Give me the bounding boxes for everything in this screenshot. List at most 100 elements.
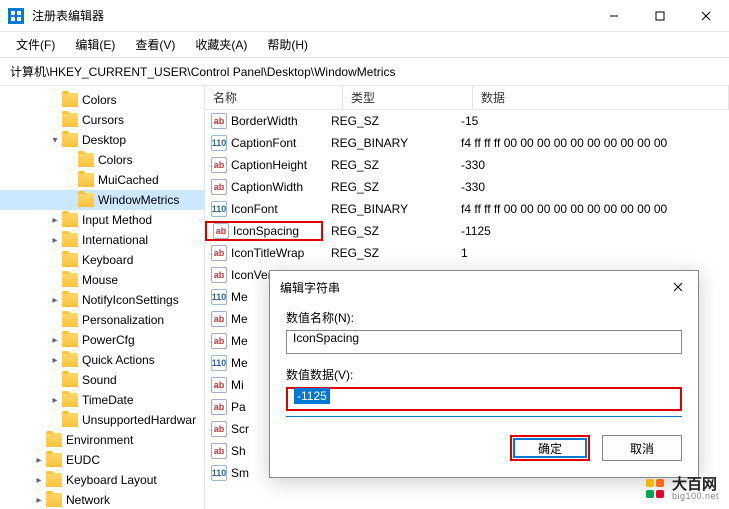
watermark-en: big100.net — [672, 492, 719, 501]
tree-item-label: Mouse — [82, 273, 118, 287]
value-name-input[interactable]: IconSpacing — [286, 330, 682, 354]
tree-item[interactable]: ▸ NotifyIconSettings — [0, 290, 204, 310]
tree-item[interactable]: ▸ EUDC — [0, 450, 204, 470]
cell-name: abIconSpacing — [205, 221, 323, 241]
list-row[interactable]: abCaptionHeightREG_SZ-330 — [205, 154, 729, 176]
list-row[interactable]: abIconTitleWrapREG_SZ1 — [205, 242, 729, 264]
folder-icon — [62, 113, 78, 127]
dialog-titlebar: 编辑字符串 — [270, 271, 698, 303]
tree-item[interactable]: ▸ Keyboard Layout — [0, 470, 204, 490]
list-row[interactable]: abBorderWidthREG_SZ-15 — [205, 110, 729, 132]
tree-item-label: Sound — [82, 373, 117, 387]
value-data-input[interactable]: -1125 — [286, 387, 682, 411]
folder-icon — [62, 393, 78, 407]
folder-icon — [62, 213, 78, 227]
tree-item[interactable]: ▾Desktop — [0, 130, 204, 150]
string-value-icon: ab — [211, 267, 227, 283]
chevron-right-icon[interactable]: ▸ — [32, 473, 46, 487]
tree-item-label: PowerCfg — [82, 333, 135, 347]
chevron-right-icon[interactable]: ▸ — [48, 293, 62, 307]
chevron-right-icon[interactable]: ▸ — [48, 213, 62, 227]
app-icon — [8, 8, 24, 24]
maximize-button[interactable] — [637, 0, 683, 32]
tree-item-label: Quick Actions — [82, 353, 155, 367]
folder-icon — [46, 453, 62, 467]
minimize-button[interactable] — [591, 0, 637, 32]
tree-item[interactable]: ▸WindowMetrics — [0, 190, 204, 210]
tree-item-label: Keyboard — [82, 253, 133, 267]
column-data[interactable]: 数据 — [473, 86, 729, 109]
menubar: 文件(F) 编辑(E) 查看(V) 收藏夹(A) 帮助(H) — [0, 32, 729, 58]
tree-item-label: NotifyIconSettings — [82, 293, 179, 307]
chevron-right-icon[interactable]: ▸ — [32, 493, 46, 507]
menu-edit[interactable]: 编辑(E) — [67, 32, 123, 57]
tree-item[interactable]: ▸ Input Method — [0, 210, 204, 230]
chevron-right-icon[interactable]: ▸ — [48, 353, 62, 367]
tree-item-label: Keyboard Layout — [66, 473, 157, 487]
menu-view[interactable]: 查看(V) — [127, 32, 183, 57]
addressbar[interactable]: 计算机\HKEY_CURRENT_USER\Control Panel\Desk… — [0, 58, 729, 86]
tree-item[interactable]: ▸ PowerCfg — [0, 330, 204, 350]
tree-item-label: Input Method — [82, 213, 152, 227]
tree-item[interactable]: ▸UnsupportedHardwar — [0, 410, 204, 430]
close-button[interactable] — [683, 0, 729, 32]
chevron-down-icon[interactable]: ▾ — [48, 133, 62, 147]
tree-item[interactable]: ▸International — [0, 230, 204, 250]
chevron-right-icon[interactable]: ▸ — [32, 453, 46, 467]
cell-type: REG_BINARY — [323, 202, 453, 216]
folder-icon — [46, 493, 62, 507]
tree-item[interactable]: ▸ Quick Actions — [0, 350, 204, 370]
ok-button[interactable]: 确定 — [510, 435, 590, 461]
column-name[interactable]: 名称 — [205, 86, 343, 109]
string-value-icon: ab — [211, 333, 227, 349]
list-row[interactable]: 110IconFontREG_BINARYf4 ff ff ff 00 00 0… — [205, 198, 729, 220]
tree-item[interactable]: ▸ TimeDate — [0, 390, 204, 410]
binary-value-icon: 110 — [211, 355, 227, 371]
chevron-right-icon[interactable]: ▸ — [48, 333, 62, 347]
tree-item[interactable]: ▸MuiCached — [0, 170, 204, 190]
tree-item[interactable]: ▸Keyboard — [0, 250, 204, 270]
tree-item-label: UnsupportedHardwar — [82, 413, 196, 427]
chevron-right-icon[interactable]: ▸ — [48, 233, 62, 247]
menu-help[interactable]: 帮助(H) — [259, 32, 316, 57]
dialog-body: 数值名称(N): IconSpacing 数值数据(V): -1125 确定 取… — [270, 303, 698, 477]
cancel-button[interactable]: 取消 — [602, 435, 682, 461]
edit-string-dialog: 编辑字符串 数值名称(N): IconSpacing 数值数据(V): -112… — [269, 270, 699, 478]
chevron-right-icon[interactable]: ▸ — [48, 393, 62, 407]
string-value-icon: ab — [211, 157, 227, 173]
menu-file[interactable]: 文件(F) — [8, 32, 63, 57]
tree-item-label: WindowMetrics — [98, 193, 179, 207]
tree-item[interactable]: ▸Sound — [0, 370, 204, 390]
dialog-close-button[interactable] — [668, 277, 688, 297]
tree-item-label: EUDC — [66, 453, 100, 467]
tree-item[interactable]: ▸Mouse — [0, 270, 204, 290]
folder-icon — [62, 313, 78, 327]
folder-icon — [78, 153, 94, 167]
list-row[interactable]: 110CaptionFontREG_BINARYf4 ff ff ff 00 0… — [205, 132, 729, 154]
binary-value-icon: 110 — [211, 465, 227, 481]
binary-value-icon: 110 — [211, 201, 227, 217]
list-row[interactable]: abIconSpacingREG_SZ-1125 — [205, 220, 729, 242]
list-row[interactable]: abCaptionWidthREG_SZ-330 — [205, 176, 729, 198]
cell-data: f4 ff ff ff 00 00 00 00 00 00 00 00 00 0… — [453, 136, 729, 150]
column-type[interactable]: 类型 — [343, 86, 473, 109]
window-controls — [591, 0, 729, 32]
tree-item[interactable]: ▸Cursors — [0, 110, 204, 130]
value-data-label: 数值数据(V): — [286, 366, 682, 383]
string-value-icon: ab — [211, 179, 227, 195]
string-value-icon: ab — [211, 245, 227, 261]
tree-item[interactable]: ▸Environment — [0, 430, 204, 450]
menu-favorites[interactable]: 收藏夹(A) — [187, 32, 255, 57]
cell-type: REG_BINARY — [323, 136, 453, 150]
tree-item[interactable]: ▸Colors — [0, 150, 204, 170]
dialog-buttons: 确定 取消 — [286, 435, 682, 461]
folder-icon — [78, 173, 94, 187]
folder-icon — [62, 413, 78, 427]
folder-icon — [62, 373, 78, 387]
tree-item-label: Cursors — [82, 113, 124, 127]
tree-item-label: TimeDate — [82, 393, 134, 407]
tree-item[interactable]: ▸Personalization — [0, 310, 204, 330]
tree-panel[interactable]: ▸Colors▸Cursors▾Desktop▸Colors▸MuiCached… — [0, 86, 205, 509]
tree-item[interactable]: ▸Network — [0, 490, 204, 509]
tree-item[interactable]: ▸Colors — [0, 90, 204, 110]
